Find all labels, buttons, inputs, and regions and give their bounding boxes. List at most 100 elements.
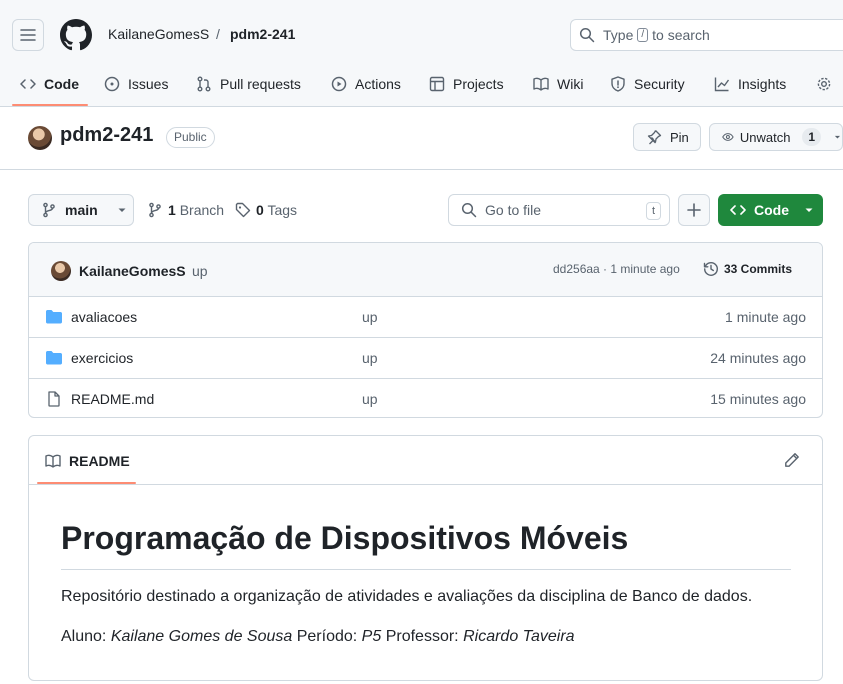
pin-button[interactable]: Pin xyxy=(633,123,701,151)
latest-commit-bar: KailaneGomesS up dd256aa · 1 minute ago … xyxy=(29,243,822,297)
book-icon xyxy=(533,77,549,91)
code-dropdown-button[interactable]: Code xyxy=(718,194,823,226)
owner-avatar[interactable] xyxy=(28,126,52,150)
tab-label: Pull requests xyxy=(220,76,301,92)
tags-link[interactable]: 0 Tags xyxy=(235,202,297,218)
pull-request-icon xyxy=(197,76,211,92)
tab-security[interactable]: Security xyxy=(610,62,685,106)
breadcrumb-repo-link[interactable]: pdm2-241 xyxy=(230,26,295,42)
commit-message[interactable]: up xyxy=(192,263,208,279)
tab-issues[interactable]: Issues xyxy=(104,62,168,106)
readme-description: Repositório destinado a organização de a… xyxy=(61,588,753,605)
book-icon xyxy=(45,454,61,468)
go-to-file-placeholder: Go to file xyxy=(485,202,542,218)
graph-icon xyxy=(714,77,730,92)
commit-count-label: 33 Commits xyxy=(724,262,793,276)
tab-pull-requests[interactable]: Pull requests xyxy=(196,62,301,106)
tab-label: Wiki xyxy=(557,76,584,92)
tab-settings[interactable] xyxy=(816,62,832,106)
tab-label: Security xyxy=(634,76,685,92)
search-prefix: Type xyxy=(603,27,634,43)
file-age: 15 minutes ago xyxy=(710,391,806,407)
plus-icon xyxy=(687,203,701,217)
file-row[interactable]: avaliacoes up 1 minute ago xyxy=(29,297,822,338)
folder-icon xyxy=(46,310,62,324)
tag-icon xyxy=(235,202,251,218)
repo-title[interactable]: pdm2-241 xyxy=(60,124,153,147)
search-icon xyxy=(461,202,477,218)
tab-actions[interactable]: Actions xyxy=(331,62,401,106)
tag-count: 0 xyxy=(256,202,264,218)
unwatch-button[interactable]: Unwatch 1 xyxy=(709,123,843,151)
pin-label: Pin xyxy=(670,129,689,145)
file-row[interactable]: exercicios up 24 minutes ago xyxy=(29,338,822,379)
readme-tab-indicator xyxy=(37,482,136,484)
file-icon xyxy=(48,391,60,407)
branches-link[interactable]: 1 Branch xyxy=(147,202,224,218)
tab-insights[interactable]: Insights xyxy=(714,62,786,106)
file-name[interactable]: README.md xyxy=(71,391,154,407)
code-button-label: Code xyxy=(754,202,789,218)
tag-label: Tags xyxy=(267,202,298,218)
professor-value: Ricardo Taveira xyxy=(463,628,575,645)
commit-author-avatar[interactable] xyxy=(51,261,71,281)
triangle-down-icon xyxy=(805,208,813,212)
commit-hash-time[interactable]: dd256aa · 1 minute ago xyxy=(553,262,680,276)
go-to-file-input[interactable]: Go to file t xyxy=(448,194,670,226)
global-header: KailaneGomesS / pdm2-241 Type / to searc… xyxy=(0,0,843,107)
file-commit-message[interactable]: up xyxy=(362,350,378,366)
unwatch-label: Unwatch xyxy=(739,129,791,145)
pencil-icon[interactable] xyxy=(784,452,800,468)
add-file-button[interactable] xyxy=(678,194,710,226)
file-name[interactable]: avaliacoes xyxy=(71,309,137,325)
periodo-value: P5 xyxy=(361,628,382,645)
readme-tab-label: README xyxy=(69,453,130,469)
branch-count: 1 xyxy=(168,202,176,218)
table-icon xyxy=(429,76,445,92)
search-suffix: to search xyxy=(652,27,710,43)
gear-icon xyxy=(817,77,831,91)
go-to-file-shortcut: t xyxy=(645,202,661,220)
aluno-label: Aluno: xyxy=(61,628,107,645)
aluno-value: Kailane Gomes de Sousa xyxy=(110,628,293,645)
breadcrumb-owner-link[interactable]: KailaneGomesS xyxy=(108,26,209,42)
global-search-input[interactable]: Type / to search xyxy=(570,19,843,51)
professor-label: Professor: xyxy=(385,628,459,645)
file-row[interactable]: README.md up 15 minutes ago xyxy=(29,379,822,417)
pin-icon xyxy=(647,130,662,145)
branch-select-button[interactable]: main xyxy=(28,194,134,226)
readme-credits: Aluno: Kailane Gomes de Sousa Período: P… xyxy=(61,628,575,646)
readme-heading: Programação de Dispositivos Móveis xyxy=(61,520,791,570)
tab-wiki[interactable]: Wiki xyxy=(533,62,583,106)
menu-button[interactable] xyxy=(12,19,44,51)
play-icon xyxy=(331,76,347,92)
file-commit-message[interactable]: up xyxy=(362,309,378,325)
tab-label: Projects xyxy=(453,76,504,92)
git-branch-icon xyxy=(43,202,55,218)
tab-label: Issues xyxy=(128,76,169,92)
breadcrumb-separator: / xyxy=(216,26,220,42)
tab-label: Actions xyxy=(355,76,401,92)
git-branch-icon xyxy=(149,202,161,218)
file-commit-message[interactable]: up xyxy=(362,391,378,407)
search-shortcut-key: / xyxy=(637,28,649,42)
code-icon xyxy=(20,79,36,89)
commits-link[interactable]: 33 Commits xyxy=(703,261,792,277)
file-age: 1 minute ago xyxy=(725,309,806,325)
shield-icon xyxy=(611,76,625,92)
readme-header: README xyxy=(29,436,822,485)
tab-label: Code xyxy=(44,76,79,92)
active-tab-indicator xyxy=(12,104,88,106)
github-logo-icon[interactable] xyxy=(60,19,92,51)
file-name[interactable]: exercicios xyxy=(71,350,133,366)
branch-name: main xyxy=(65,202,98,218)
readme-tab[interactable]: README xyxy=(45,453,130,469)
triangle-down-icon xyxy=(118,208,126,212)
commit-author[interactable]: KailaneGomesS xyxy=(79,263,186,279)
history-icon xyxy=(703,262,718,276)
issue-icon xyxy=(104,76,120,92)
visibility-badge: Public xyxy=(166,127,215,148)
tab-projects[interactable]: Projects xyxy=(429,62,504,106)
folder-icon xyxy=(46,351,62,365)
tab-code[interactable]: Code xyxy=(20,62,79,106)
